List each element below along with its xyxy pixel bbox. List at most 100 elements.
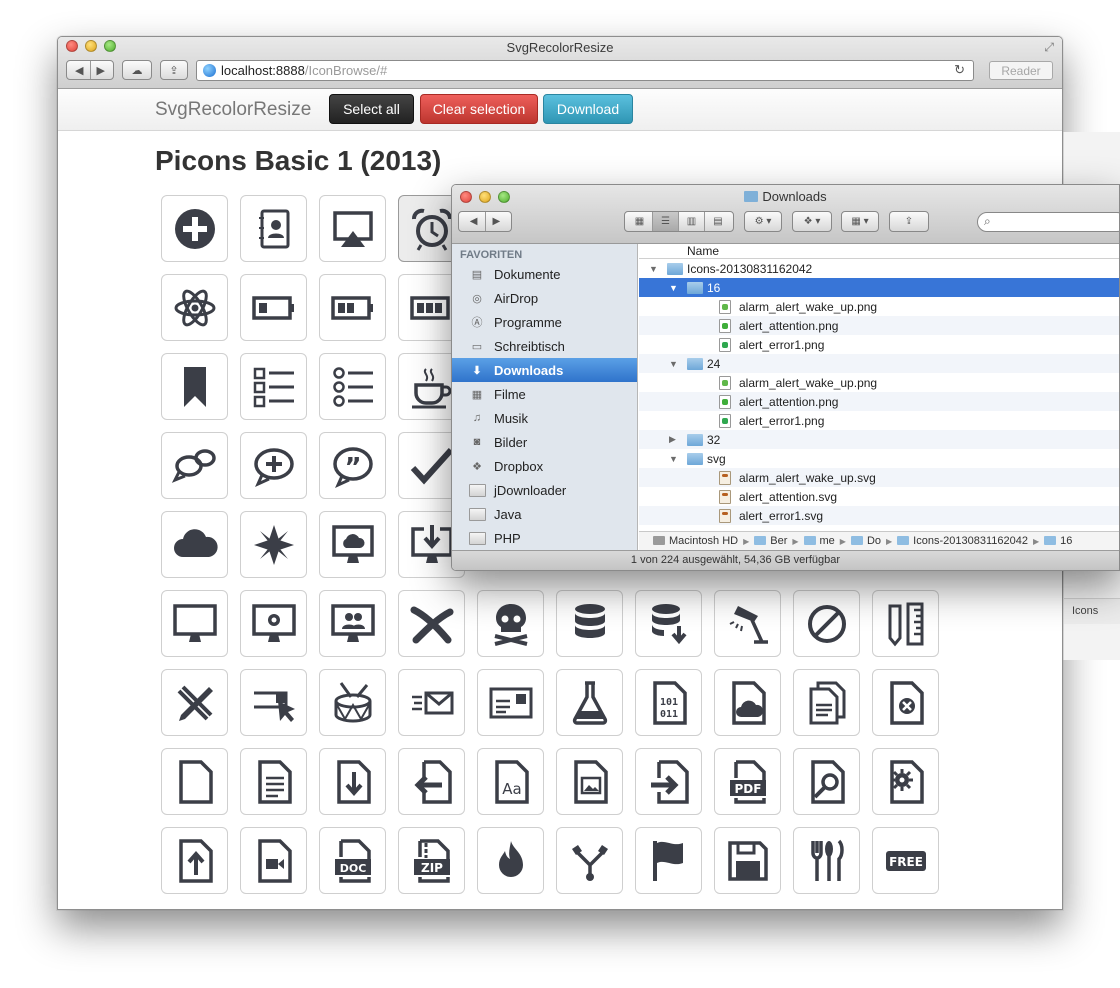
icon-tile-disabled[interactable] [793, 590, 860, 657]
file-row[interactable]: alarm_alert_wake_up.svg [639, 468, 1119, 487]
name-column-header[interactable]: Name [639, 244, 1119, 259]
action-menu-button[interactable]: ⚙ ▾ [744, 211, 782, 232]
address-bar[interactable]: localhost:8888 /IconBrowse/# ↻ [196, 60, 974, 81]
icon-tile-file-image[interactable] [556, 748, 623, 815]
finder-share-button[interactable]: ⇪ [889, 211, 929, 232]
back-forward-buttons[interactable]: ◀ ▶ [66, 60, 114, 80]
icon-tile-desk-lamp[interactable] [714, 590, 781, 657]
path-segment[interactable]: Do [850, 535, 881, 547]
icon-tile-cutlery[interactable] [793, 827, 860, 894]
icon-tile-skull[interactable] [477, 590, 544, 657]
icon-tile-email-fast[interactable] [398, 669, 465, 736]
finder-search-field[interactable]: ⌕ [977, 212, 1119, 232]
icon-tile-monitor-users[interactable] [319, 590, 386, 657]
forward-arrow-icon[interactable]: ▶ [91, 64, 111, 77]
icon-tile-monitor-cloud[interactable] [319, 511, 386, 578]
path-segment[interactable]: me [803, 535, 835, 547]
disclosure-open-icon[interactable]: ▼ [649, 264, 658, 274]
sidebar-item-dokumente[interactable]: ▤ Dokumente [452, 262, 637, 286]
icon-tile-cursor-dialog[interactable] [240, 669, 307, 736]
fullscreen-icon[interactable]: ⤢ [1044, 40, 1054, 55]
icon-tile-bookmark[interactable] [161, 353, 228, 420]
sidebar-item-filme[interactable]: ▦ Filme [452, 382, 637, 406]
icon-tile-drum[interactable] [319, 669, 386, 736]
coverflow-view-icon[interactable]: ▤ [705, 212, 731, 231]
icon-tile-binary-file[interactable]: 101 011 [635, 669, 702, 736]
folder-row[interactable]: ▼ Icons-20130831162042 [639, 259, 1119, 278]
folder-row[interactable]: ▼ 24 [639, 354, 1119, 373]
icon-tile-file-copies[interactable] [793, 669, 860, 736]
sidebar-item-bilder[interactable]: ◙ Bilder [452, 430, 637, 454]
icon-tile-file-doc[interactable]: DOC [319, 827, 386, 894]
icon-tile-chat-bubbles[interactable] [161, 432, 228, 499]
arrange-menu-button[interactable]: ▦ ▾ [841, 211, 879, 232]
icon-tile-database-download[interactable] [635, 590, 702, 657]
finder-back-forward[interactable]: ◀ ▶ [458, 211, 512, 232]
sidebar-item-airdrop[interactable]: ◎ AirDrop [452, 286, 637, 310]
download-button[interactable]: Download [543, 94, 633, 124]
sidebar-item-musik[interactable]: ♫ Musik [452, 406, 637, 430]
icon-tile-cloud[interactable] [161, 511, 228, 578]
file-row[interactable]: alert_error1.png [639, 335, 1119, 354]
icon-tile-chat-add[interactable] [240, 432, 307, 499]
sidebar-item-php[interactable]: PHP [452, 526, 637, 550]
reader-button[interactable]: Reader [989, 61, 1053, 80]
disclosure-closed-icon[interactable]: ▶ [669, 434, 676, 445]
icon-tile-monitor[interactable] [161, 590, 228, 657]
icon-tile-battery-half[interactable] [319, 274, 386, 341]
icon-tile-design-tools[interactable] [161, 669, 228, 736]
path-segment[interactable]: Macintosh HD [653, 535, 738, 547]
icon-view-icon[interactable]: ▦ [627, 212, 653, 231]
path-segment[interactable]: Ber [754, 535, 787, 547]
forward-arrow-icon[interactable]: ▶ [486, 216, 508, 227]
icon-tile-file-zip[interactable]: ZIP [398, 827, 465, 894]
file-row[interactable]: alarm_alert_wake_up.png [639, 297, 1119, 316]
file-row[interactable]: alert_error1.png [639, 411, 1119, 430]
icon-tile-file-pdf[interactable]: PDF [714, 748, 781, 815]
icon-tile-file-cloud[interactable] [714, 669, 781, 736]
icon-tile-free-badge[interactable]: FREE [872, 827, 939, 894]
icon-tile-file-upload[interactable] [161, 827, 228, 894]
icon-tile-pencil-ruler[interactable] [872, 590, 939, 657]
dropbox-menu-button[interactable]: ❖ ▾ [792, 211, 832, 232]
icon-tile-flag[interactable] [635, 827, 702, 894]
path-segment[interactable]: Icons-20130831162042 [897, 535, 1028, 547]
icon-tile-file-video[interactable] [240, 827, 307, 894]
icon-tile-airplay[interactable] [319, 195, 386, 262]
column-view-icon[interactable]: ▥ [679, 212, 705, 231]
brand[interactable]: SvgRecolorResize [155, 99, 311, 121]
folder-row[interactable]: ▶ 32 [639, 430, 1119, 449]
share-button[interactable]: ⇪ [160, 60, 188, 80]
icon-tile-chat-quote[interactable]: ” [319, 432, 386, 499]
icon-tile-contact-card[interactable] [477, 669, 544, 736]
sidebar-item-jdownloader[interactable]: jDownloader [452, 478, 637, 502]
icon-tile-floppy-disk[interactable] [714, 827, 781, 894]
view-mode-selector[interactable]: ▦ ☰ ▥ ▤ [624, 211, 734, 232]
file-row[interactable]: alarm_alert_wake_up.png [639, 373, 1119, 392]
icon-tile-monitor-gear[interactable] [240, 590, 307, 657]
folder-row[interactable]: ▼ svg [639, 449, 1119, 468]
icon-tile-file-search[interactable] [793, 748, 860, 815]
icon-tile-compass-star[interactable] [240, 511, 307, 578]
icon-tile-radio-list[interactable] [319, 353, 386, 420]
sidebar-item-downloads[interactable]: ⬇ Downloads [452, 358, 637, 382]
icloud-tabs-button[interactable]: ☁ [122, 60, 152, 80]
file-row[interactable]: alert_attention.png [639, 392, 1119, 411]
list-view-icon[interactable]: ☰ [653, 212, 679, 231]
icon-tile-atom[interactable] [161, 274, 228, 341]
icon-tile-file-text[interactable] [240, 748, 307, 815]
icon-tile-file-blank[interactable] [161, 748, 228, 815]
sidebar-item-dropbox[interactable]: ❖ Dropbox [452, 454, 637, 478]
icon-tile-file-gear[interactable] [872, 748, 939, 815]
icon-tile-fire[interactable] [477, 827, 544, 894]
reload-icon[interactable]: ↻ [954, 62, 965, 78]
icon-tile-cross-x[interactable] [398, 590, 465, 657]
icon-tile-database[interactable] [556, 590, 623, 657]
clear-selection-button[interactable]: Clear selection [420, 94, 538, 124]
icon-tile-file-download[interactable] [319, 748, 386, 815]
back-arrow-icon[interactable]: ◀ [69, 64, 89, 77]
icon-tile-plus-circle[interactable] [161, 195, 228, 262]
disclosure-open-icon[interactable]: ▼ [669, 359, 678, 369]
sidebar-item-programme[interactable]: Ⓐ Programme [452, 310, 637, 334]
icon-tile-file-export[interactable] [398, 748, 465, 815]
